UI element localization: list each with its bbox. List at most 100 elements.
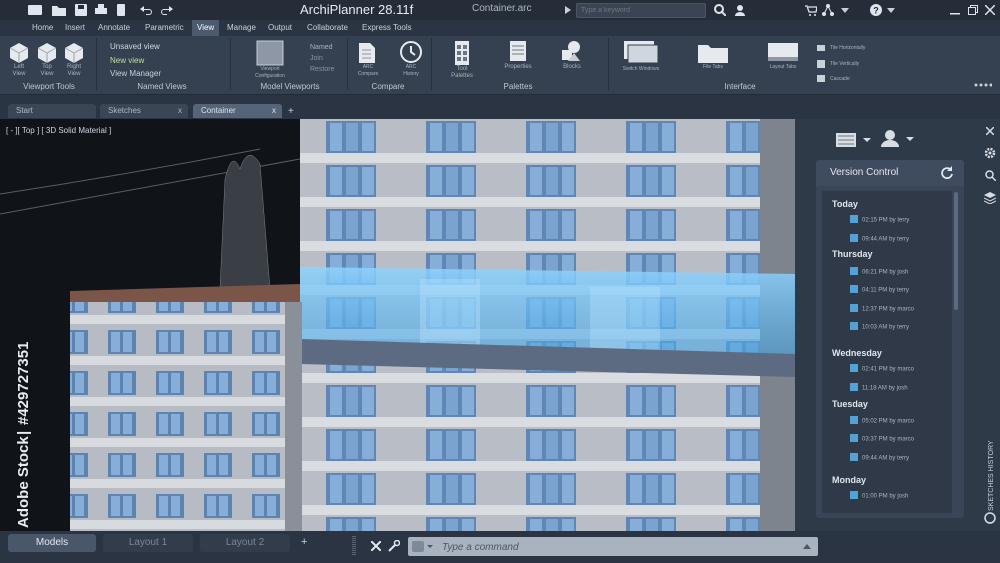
arc-compare-label: ARC Compare — [357, 64, 379, 77]
switch-windows-button[interactable]: Switch Windows — [622, 40, 660, 73]
close-tab-icon[interactable]: x — [272, 104, 276, 118]
print-icon[interactable] — [94, 3, 108, 17]
palette-grid-icon — [455, 41, 469, 65]
version-entry[interactable]: 12:37 PM by marco — [850, 304, 914, 314]
top-view-button[interactable]: Top View — [36, 42, 58, 78]
panel-toggle-icon[interactable] — [984, 512, 996, 524]
layers-icon[interactable] — [983, 191, 997, 205]
cart-icon[interactable] — [804, 3, 818, 17]
version-entry[interactable]: 04:11 PM by terry — [850, 285, 909, 295]
left-view-button[interactable]: Left View — [8, 42, 30, 78]
tab-layout-1[interactable]: Layout 1 — [103, 534, 193, 552]
version-entry[interactable]: 02:41 PM by marco — [850, 364, 914, 374]
tab-start[interactable]: Start — [8, 104, 96, 118]
arc-history-button[interactable]: ARC History — [398, 40, 424, 78]
tab-container[interactable]: Container x — [193, 104, 282, 118]
menu-insert[interactable]: Insert — [60, 20, 90, 36]
viewport-label[interactable]: [ - ][ Top ] [ 3D Solid Material ] — [6, 126, 111, 135]
cascade-button[interactable]: Cascade — [830, 76, 850, 83]
unsaved-view-dropdown[interactable]: Unsaved view — [110, 42, 160, 51]
menu-home[interactable]: Home — [27, 20, 58, 36]
help-icon[interactable]: ? — [869, 3, 883, 17]
wrench-icon[interactable] — [388, 540, 400, 552]
version-entry[interactable]: 09:44 AM by terry — [850, 453, 909, 463]
more-options-icon[interactable] — [974, 83, 992, 87]
chevron-down-icon[interactable] — [838, 3, 852, 17]
tile-horizontally-button[interactable]: Tile Horizontally — [830, 45, 865, 52]
menu-output[interactable]: Output — [263, 20, 297, 36]
refresh-icon[interactable] — [940, 166, 953, 179]
properties-button[interactable]: Properties — [503, 40, 533, 71]
named-viewports-button[interactable]: Named — [310, 44, 333, 51]
network-icon[interactable] — [821, 3, 835, 17]
app-menu-icon[interactable] — [28, 3, 42, 17]
drag-handle-icon[interactable] — [352, 536, 356, 556]
search-input[interactable] — [577, 4, 705, 17]
menu-parametric[interactable]: Parametric — [140, 20, 189, 36]
layout-tabs-button[interactable]: Layout Tabs — [766, 42, 800, 71]
menu-view[interactable]: View — [192, 20, 220, 36]
right-view-button[interactable]: Right View — [63, 42, 85, 78]
arc-compare-button[interactable]: ARC Compare — [357, 42, 379, 78]
add-tab-icon[interactable]: + — [288, 106, 294, 117]
close-command-icon[interactable] — [371, 541, 381, 551]
restore-button[interactable]: Restore — [310, 66, 335, 73]
file-tabs-button[interactable]: File Tabs — [696, 42, 730, 71]
menu-express-tools[interactable]: Express Tools — [357, 20, 417, 36]
close-icon[interactable] — [983, 3, 997, 17]
chevron-right-icon[interactable] — [561, 3, 575, 17]
tab-models[interactable]: Models — [8, 534, 96, 552]
view-manager-button[interactable]: View Manager — [110, 69, 161, 78]
version-entry[interactable]: 03:37 PM by marco — [850, 434, 914, 444]
sketches-history-label[interactable]: SKETCHES HISTORY — [980, 433, 1000, 513]
command-prompt-icon[interactable] — [412, 541, 434, 552]
version-entry[interactable]: 11:18 AM by josh — [850, 383, 908, 393]
redo-icon[interactable] — [160, 3, 174, 17]
tab-sketches[interactable]: Sketches x — [100, 104, 188, 118]
version-entry[interactable]: 01:00 PM by josh — [850, 491, 908, 501]
menu-manage[interactable]: Manage — [222, 20, 261, 36]
add-layout-icon[interactable]: + — [301, 536, 307, 548]
blocks-button[interactable]: Blocks — [559, 40, 585, 71]
tool-palettes-button[interactable]: Tool Palettes — [450, 40, 474, 80]
3d-viewport[interactable] — [0, 119, 795, 531]
version-entry[interactable]: 02:15 PM by terry — [850, 215, 909, 225]
version-list[interactable]: Today 02:15 PM by terry 09:44 AM by terr… — [822, 191, 952, 513]
mobile-icon[interactable] — [114, 3, 128, 17]
close-panel-icon[interactable] — [983, 124, 997, 138]
save-icon[interactable] — [74, 3, 88, 17]
tab-label: Container — [201, 106, 236, 115]
version-entry[interactable]: 05:02 PM by marco — [850, 416, 914, 426]
tile-horizontal-icon — [817, 45, 825, 51]
minimize-icon[interactable] — [948, 3, 962, 17]
user-icon[interactable] — [733, 3, 747, 17]
search-icon[interactable] — [713, 3, 727, 17]
tile-vertically-button[interactable]: Tile Vertically — [830, 61, 859, 68]
version-entry[interactable]: 09:44 AM by terry — [850, 234, 909, 244]
undo-icon[interactable] — [139, 3, 153, 17]
menu-collaborate[interactable]: Collaborate — [302, 20, 353, 36]
version-entry[interactable]: 10:03 AM by terry — [850, 322, 909, 332]
user-account-icon[interactable] — [880, 130, 916, 148]
search-icon[interactable] — [983, 168, 997, 182]
command-input[interactable] — [440, 539, 794, 555]
gear-icon[interactable] — [983, 146, 997, 160]
viewport-configuration-button[interactable]: Viewport Configuration — [255, 40, 287, 80]
version-entry[interactable]: 06:21 PM by josh — [850, 267, 908, 277]
join-button[interactable]: Join — [310, 55, 323, 62]
command-line[interactable] — [408, 537, 818, 556]
close-tab-icon[interactable]: x — [178, 104, 182, 118]
tab-layout-2[interactable]: Layout 2 — [200, 534, 290, 552]
layout-selector-icon[interactable] — [836, 132, 872, 148]
version-list-scrollbar[interactable] — [954, 192, 958, 310]
search-box[interactable] — [576, 3, 706, 18]
watermark: Adobe Stock | #429727351 — [8, 330, 38, 530]
restore-icon[interactable] — [966, 3, 980, 17]
chevron-down-icon[interactable] — [884, 3, 898, 17]
open-folder-icon[interactable] — [52, 3, 66, 17]
svg-text:SKETCHES HISTORY: SKETCHES HISTORY — [988, 440, 995, 511]
chevron-up-icon[interactable] — [803, 544, 811, 549]
day-header: Thursday — [832, 249, 873, 259]
new-view-button[interactable]: New view — [110, 56, 144, 65]
menu-annotate[interactable]: Annotate — [93, 20, 135, 36]
